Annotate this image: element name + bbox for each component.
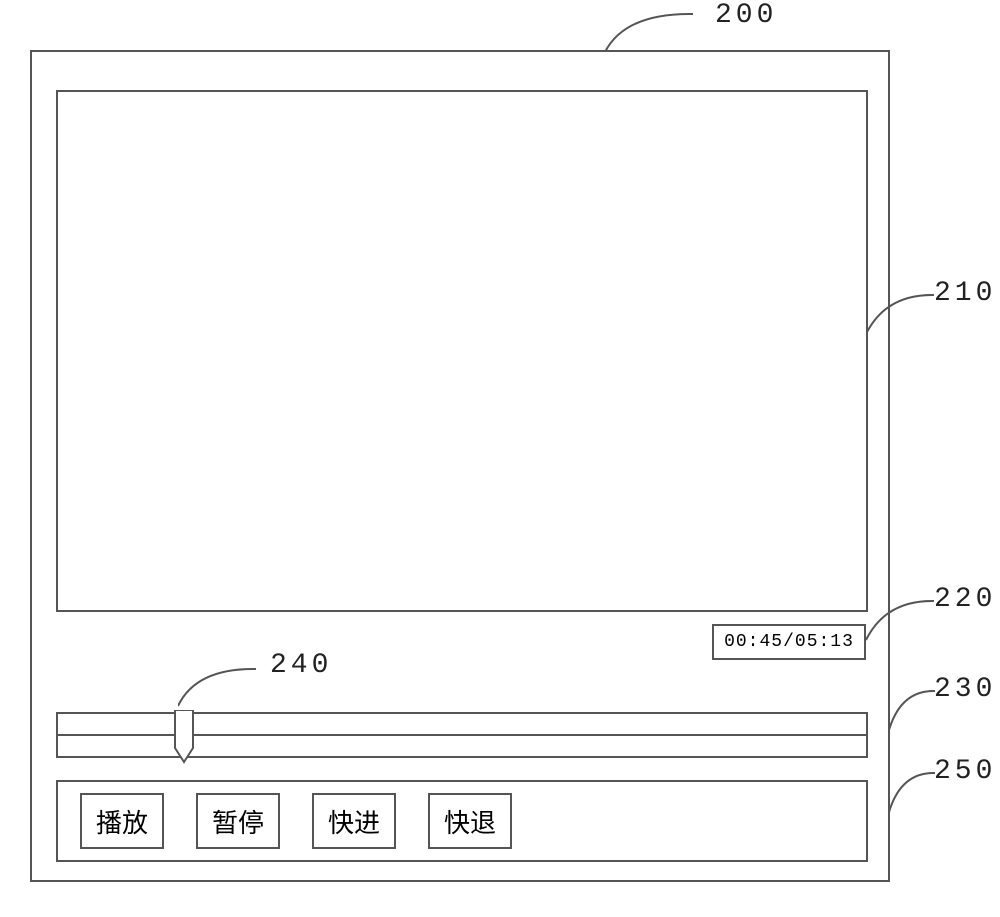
ref-label-230: 230 xyxy=(934,674,996,705)
ref-label-240: 240 xyxy=(270,650,332,681)
rewind-button[interactable]: 快退 xyxy=(428,793,512,849)
leader-230 xyxy=(889,686,937,732)
ref-label-200: 200 xyxy=(715,0,777,31)
ref-label-220: 220 xyxy=(934,584,996,615)
leader-250 xyxy=(889,768,937,814)
player-frame: 00:45/05:13 播放 暂停 快进 快退 xyxy=(30,50,890,882)
ref-label-250: 250 xyxy=(934,756,996,787)
ref-label-210: 210 xyxy=(934,278,996,309)
progress-slider-handle[interactable] xyxy=(172,710,196,764)
time-text: 00:45/05:13 xyxy=(724,632,854,652)
leader-200 xyxy=(605,8,695,52)
video-display xyxy=(56,90,868,612)
play-button[interactable]: 播放 xyxy=(80,793,164,849)
slider-icon xyxy=(172,710,196,764)
fast-forward-button[interactable]: 快进 xyxy=(312,793,396,849)
progress-bar[interactable] xyxy=(56,712,868,758)
time-display: 00:45/05:13 xyxy=(712,624,866,660)
controls-bar: 播放 暂停 快进 快退 xyxy=(56,780,868,862)
pause-button[interactable]: 暂停 xyxy=(196,793,280,849)
